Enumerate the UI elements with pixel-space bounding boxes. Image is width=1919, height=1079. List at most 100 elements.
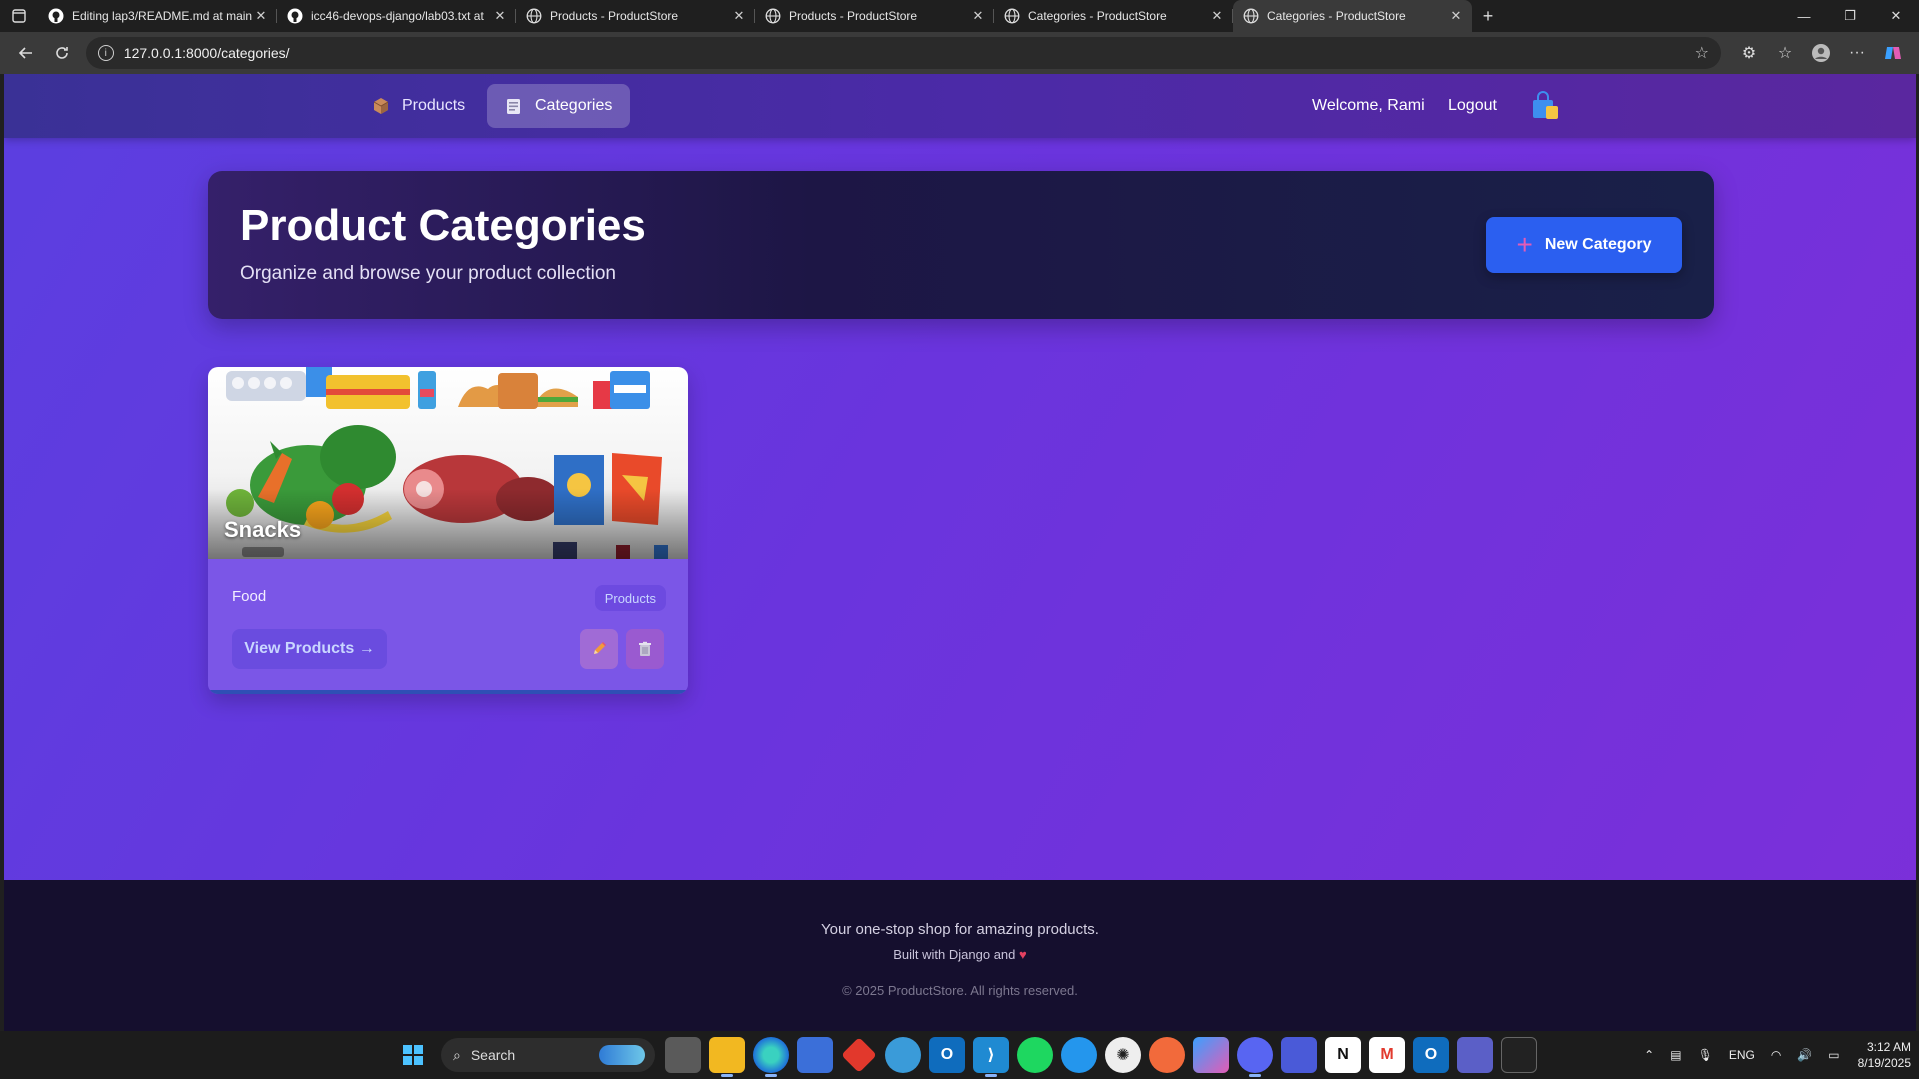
box-icon — [373, 98, 389, 114]
category-title: Snacks — [224, 517, 302, 542]
outlook-icon[interactable]: O — [929, 1037, 965, 1073]
new-category-label: New Category — [1544, 236, 1652, 253]
nav-categories-label: Categories — [535, 97, 613, 114]
microsoft-store-icon[interactable] — [797, 1037, 833, 1073]
more-menu-icon[interactable]: ··· — [1839, 37, 1875, 69]
vscode-icon[interactable]: ⟩ — [973, 1037, 1009, 1077]
volume-icon[interactable]: 🔊 — [1797, 1048, 1812, 1062]
category-image: Snacks — [208, 367, 688, 559]
browser-app-icon[interactable] — [885, 1037, 921, 1073]
browser-tab[interactable]: Products - ProductStore ✕ — [516, 0, 755, 32]
minimize-icon[interactable]: — — [1781, 0, 1827, 32]
globe-icon — [1004, 8, 1020, 24]
tab-title: Products - ProductStore — [789, 9, 918, 23]
browser-tab[interactable]: icc46-devops-django/lab03.txt at ✕ — [277, 0, 516, 32]
git-app-icon[interactable] — [841, 1037, 877, 1073]
clock[interactable]: 3:12 AM 8/19/2025 — [1858, 1039, 1911, 1071]
footer-copyright: © 2025 ProductStore. All rights reserved… — [842, 983, 1078, 998]
folder-icon — [507, 99, 520, 114]
url-text: 127.0.0.1:8000/categories/ — [123, 45, 290, 61]
tab-title: Editing lap3/README.md at main — [72, 9, 253, 23]
plus-icon: + — [1516, 229, 1533, 260]
browser-tab-active[interactable]: Categories - ProductStore ✕ — [1233, 0, 1472, 32]
browser-tab[interactable]: Categories - ProductStore ✕ — [994, 0, 1233, 32]
notion-icon[interactable]: N — [1325, 1037, 1361, 1073]
pencil-icon — [594, 642, 606, 654]
site-info-icon[interactable]: i — [97, 45, 114, 61]
favorite-star-icon[interactable]: ☆ — [1695, 43, 1709, 63]
back-button[interactable] — [8, 37, 44, 69]
teams-icon[interactable] — [1457, 1037, 1493, 1073]
battery-icon[interactable]: ▭ — [1828, 1048, 1839, 1062]
language-indicator[interactable]: ENG — [1729, 1048, 1755, 1062]
cart-button[interactable] — [1530, 84, 1560, 128]
start-button[interactable] — [395, 1037, 431, 1073]
new-tab-button[interactable]: + — [1472, 0, 1504, 32]
footer-tagline: Your one-stop shop for amazing products. — [821, 921, 1099, 938]
close-window-icon[interactable]: ✕ — [1873, 0, 1919, 32]
copilot-icon[interactable] — [1875, 37, 1911, 69]
address-bar[interactable]: i 127.0.0.1:8000/categories/ ☆ — [85, 37, 1721, 69]
search-icon: ⌕ — [453, 1046, 461, 1063]
close-tab-icon[interactable]: ✕ — [492, 8, 508, 24]
nav-categories-link[interactable]: Categories — [487, 84, 631, 128]
spotify-icon[interactable] — [1017, 1037, 1053, 1073]
new-category-button[interactable]: + New Category — [1486, 217, 1682, 273]
logout-label: Logout — [1448, 97, 1497, 114]
browser-tool-icons: ⚙ ☆ ··· — [1731, 37, 1911, 69]
task-view-icon[interactable] — [665, 1037, 701, 1073]
trash-icon — [639, 641, 651, 656]
nav-products-link[interactable]: Products — [354, 84, 483, 128]
discord-icon[interactable] — [1237, 1037, 1273, 1077]
file-explorer-icon[interactable] — [709, 1037, 745, 1077]
close-tab-icon[interactable]: ✕ — [970, 8, 986, 24]
close-tab-icon[interactable]: ✕ — [1209, 8, 1225, 24]
clock-date: 8/19/2025 — [1857, 1056, 1911, 1070]
terminal-app-icon[interactable] — [1501, 1037, 1537, 1073]
page-header-card: Product Categories Organize and browse y… — [208, 171, 1714, 319]
copilot-app-icon[interactable] — [1193, 1037, 1229, 1073]
tab-actions-button[interactable] — [0, 0, 38, 32]
category-card-body: Food Products View Products → — [208, 559, 688, 694]
chatgpt-icon[interactable]: ✺ — [1105, 1037, 1141, 1073]
globe-icon — [526, 8, 542, 24]
microphone-icon[interactable]: 🎙 — [1698, 1048, 1713, 1062]
outlook-classic-icon[interactable]: O — [1413, 1037, 1449, 1073]
gmail-icon[interactable]: M — [1369, 1037, 1405, 1073]
reload-button[interactable] — [44, 37, 80, 69]
taskbar-search[interactable]: ⌕ Search — [441, 1038, 655, 1072]
tab-title: Categories - ProductStore — [1267, 9, 1406, 23]
browser-toolbar: i 127.0.0.1:8000/categories/ ☆ ⚙ ☆ ··· — [0, 32, 1919, 74]
browser-tab[interactable]: Products - ProductStore ✕ — [755, 0, 994, 32]
tab-title: icc46-devops-django/lab03.txt at — [311, 9, 484, 23]
edge-browser-icon[interactable] — [753, 1037, 789, 1077]
close-tab-icon[interactable]: ✕ — [253, 8, 269, 24]
favorites-icon[interactable]: ☆ — [1767, 37, 1803, 69]
footer-built-with-label: Built with Django and — [893, 947, 1016, 962]
github-icon — [287, 8, 303, 24]
restore-icon[interactable]: ❐ — [1827, 0, 1873, 32]
system-tray: ⌃ ▤ 🎙 ENG ◠ 🔊 ▭ 3:12 AM 8/19/2025 — [1636, 1031, 1911, 1079]
window-controls: — ❐ ✕ — [1781, 0, 1919, 32]
postman-icon[interactable] — [1149, 1037, 1185, 1073]
taskbar: ⌕ Search O ⟩ ✺ N M O ⌃ ▤ 🎙 ENG ◠ 🔊 ▭ 3:1 — [0, 1031, 1919, 1079]
category-description: Food — [232, 588, 267, 605]
docker-icon[interactable] — [1061, 1037, 1097, 1073]
logout-link[interactable]: Logout — [1448, 84, 1497, 128]
profile-avatar-icon[interactable] — [1803, 37, 1839, 69]
browser-tab[interactable]: Editing lap3/README.md at main ✕ — [38, 0, 277, 32]
chevron-up-icon[interactable]: ⌃ — [1644, 1048, 1654, 1062]
globe-icon — [765, 8, 781, 24]
close-tab-icon[interactable]: ✕ — [1448, 8, 1464, 24]
delete-category-button[interactable] — [626, 629, 664, 669]
tab-title: Categories - ProductStore — [1028, 9, 1167, 23]
network-drive-icon[interactable]: ▤ — [1670, 1048, 1681, 1062]
edit-category-button[interactable] — [580, 629, 618, 669]
extensions-icon[interactable]: ⚙ — [1731, 37, 1767, 69]
wifi-icon[interactable]: ◠ — [1771, 1048, 1781, 1062]
visual-studio-icon[interactable] — [1281, 1037, 1317, 1073]
card-accent-bar — [208, 690, 688, 694]
products-badge-label: Products — [604, 590, 656, 606]
close-tab-icon[interactable]: ✕ — [731, 8, 747, 24]
view-products-button[interactable]: View Products → — [232, 629, 387, 669]
